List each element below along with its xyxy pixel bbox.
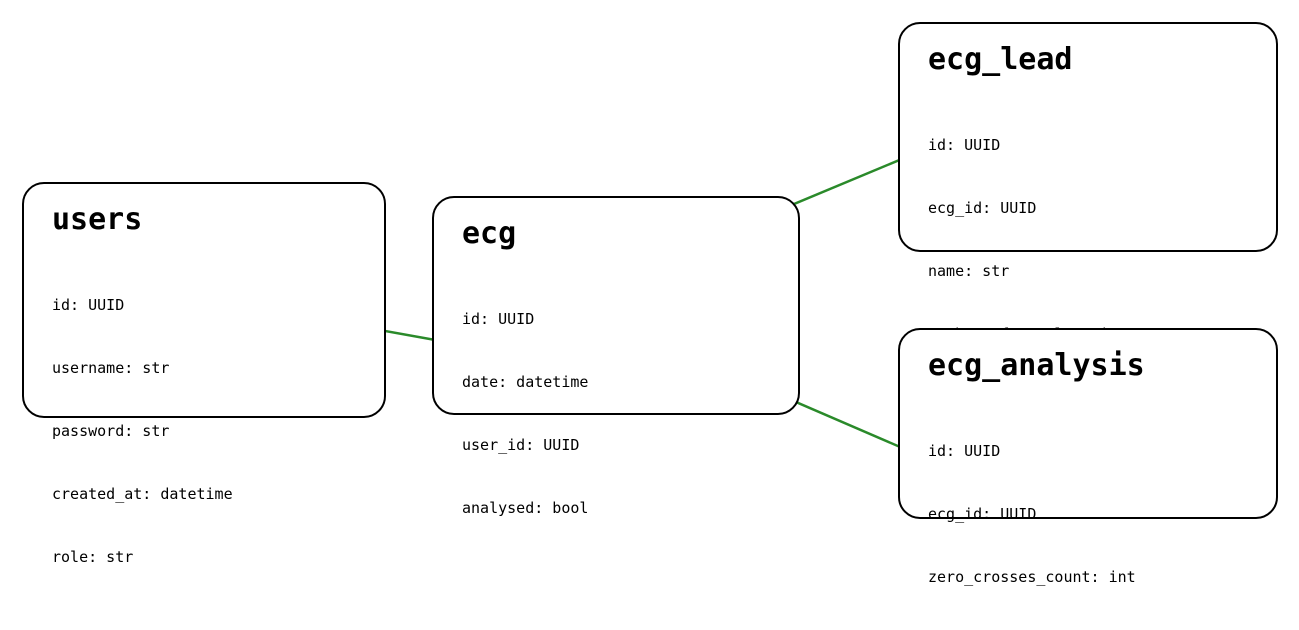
entity-ecg-title: ecg [462,216,776,251]
field: id: UUID [928,135,1254,156]
entity-users-title: users [52,202,362,237]
field: created_at: datetime [52,484,362,505]
entity-ecg-analysis-title: ecg_analysis [928,348,1254,383]
field: username: str [52,358,362,379]
field: ecg_id: UUID [928,504,1254,525]
field: id: UUID [52,295,362,316]
entity-ecg-lead: ecg_lead id: UUID ecg_id: UUID name: str… [898,22,1278,252]
field: id: UUID [928,441,1254,462]
entity-users: users id: UUID username: str password: s… [22,182,386,418]
entity-ecg-fields: id: UUID date: datetime user_id: UUID an… [462,267,776,561]
field: user_id: UUID [462,435,776,456]
er-diagram-canvas: users id: UUID username: str password: s… [0,0,1299,541]
entity-users-fields: id: UUID username: str password: str cre… [52,253,362,610]
field: role: str [52,547,362,568]
field: ecg_id: UUID [928,198,1254,219]
field: id: UUID [462,309,776,330]
field: password: str [52,421,362,442]
field: date: datetime [462,372,776,393]
entity-ecg: ecg id: UUID date: datetime user_id: UUI… [432,196,800,415]
field: analysed: bool [462,498,776,519]
field: name: str [928,261,1254,282]
entity-ecg-lead-title: ecg_lead [928,42,1254,77]
entity-ecg-analysis-fields: id: UUID ecg_id: UUID zero_crosses_count… [928,399,1254,630]
entity-ecg-analysis: ecg_analysis id: UUID ecg_id: UUID zero_… [898,328,1278,519]
field: zero_crosses_count: int [928,567,1254,588]
